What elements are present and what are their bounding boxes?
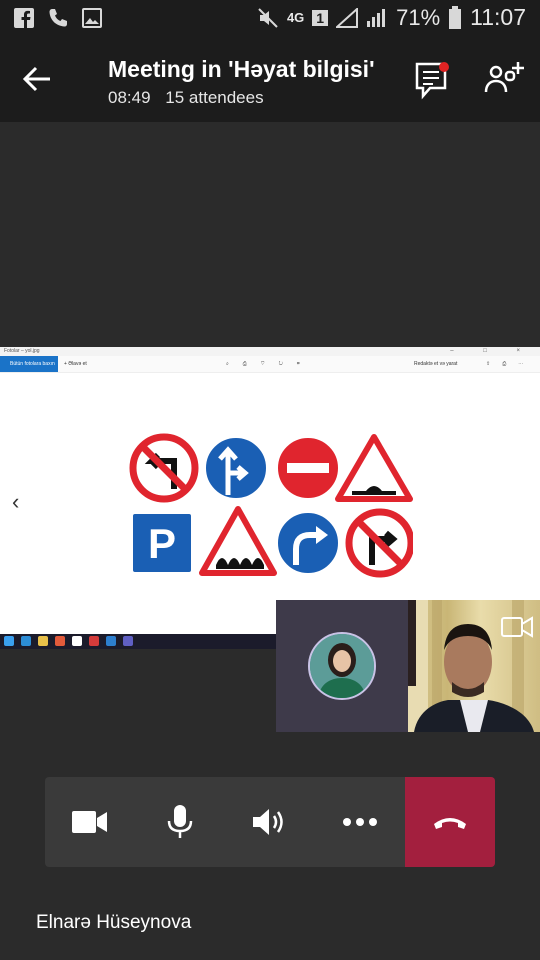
self-participant-name: Elnarə Hüseynova [36,912,192,933]
parking-sign: P [131,512,193,574]
participant-avatar [308,632,376,700]
more-options-button[interactable] [315,777,405,867]
attendee-count: 15 attendees [165,88,264,107]
meeting-title: Meeting in 'Həyat bilgisi' [108,56,375,82]
signal-icon-2 [367,8,386,27]
gallery-icon [82,8,102,28]
meeting-info: 08:49 15 attendees [108,88,274,108]
signal-icon-1 [336,7,359,28]
edge-icon [21,636,31,646]
mute-icon [258,7,278,28]
windows-start-icon [4,636,14,646]
clock: 11:07 [470,4,526,30]
previous-photo-icon: ‹ [12,489,20,514]
share-print-icons: ⇪⎙⋯ [486,361,536,367]
no-right-turn-sign [345,508,413,578]
add-button: + Əlavə et [64,361,87,367]
sim-badge: 1 [312,9,329,26]
speaker-button[interactable] [225,777,315,867]
hang-up-button[interactable] [405,777,495,867]
turn-right-sign [276,511,340,575]
participant-tile-avatar[interactable] [276,600,408,732]
bump-warning-sign [335,434,413,502]
facebook-icon [14,8,34,28]
video-camera-icon [72,811,107,833]
switch-camera-icon[interactable] [500,614,534,640]
chrome-icon [55,636,65,646]
photos-toolbar: Bütün fotolara baxın + Əlavə et ⌕⎙♡↻⌗ Re… [0,356,540,373]
battery-percent: 71% [396,4,441,30]
straight-or-right-sign [204,436,268,500]
back-arrow-icon[interactable] [22,64,52,94]
network-type: 4G [286,10,305,25]
hang-up-icon [434,818,466,829]
camera-button[interactable] [45,777,135,867]
microphone-icon [167,805,193,838]
photos-window-titlebar: Fotolar – yol.jpg – □ × [0,347,540,356]
explorer-icon [38,636,48,646]
uneven-road-sign [199,506,277,576]
battery-icon [449,5,462,29]
opera-icon [89,636,99,646]
no-entry-sign [276,436,340,500]
road-signs-image: P [129,433,413,578]
window-controls: – □ × [450,348,534,354]
phone-icon [49,9,67,27]
parking-letter: P [148,520,176,567]
unread-dot [439,62,449,72]
more-icon [343,818,377,826]
participants-icon[interactable] [484,58,524,98]
speaker-icon [253,809,283,835]
photos-window-title: Fotolar – yol.jpg [4,348,40,354]
call-controls-bar [45,777,495,867]
teams-icon [123,636,133,646]
view-all-photos-button: Bütün fotolara baxın [0,356,58,372]
taskbar-icons [4,636,133,646]
participant-tile-video[interactable] [408,600,540,732]
edit-create-button: Redaktə et və yarat [414,361,458,367]
status-bar: 4G 1 71% 11:07 [0,0,540,38]
mic-button[interactable] [135,777,225,867]
defender-icon [72,636,82,646]
meeting-duration: 08:49 [108,88,151,107]
no-left-turn-sign [129,433,199,503]
meeting-header: Meeting in 'Həyat bilgisi' 08:49 15 atte… [0,38,540,122]
photos-app-icon [106,636,116,646]
photo-tool-icons: ⌕⎙♡↻⌗ [226,361,314,367]
person-photo-icon [310,634,374,698]
